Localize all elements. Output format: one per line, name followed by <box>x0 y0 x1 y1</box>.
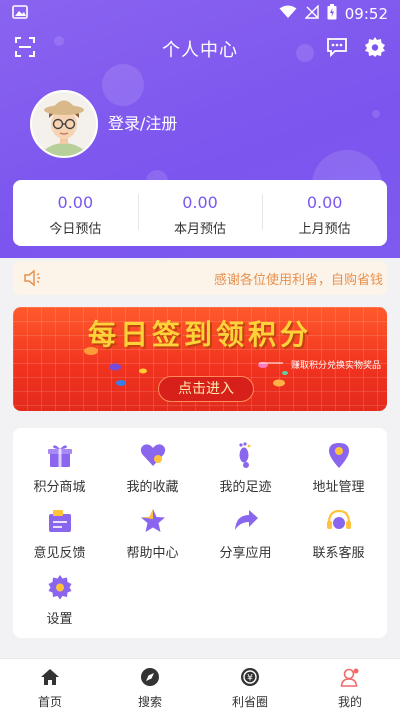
tab-search[interactable]: 搜索 <box>100 659 200 711</box>
top-bar: 个人中心 <box>0 30 400 66</box>
stat-last-month[interactable]: 0.00 上月预估 <box>262 180 387 246</box>
feature-menu: 积分商城 我的收藏 我的足迹 地址管理 意见反馈 帮助中心 分享应用 联系客服 … <box>13 428 387 638</box>
tab-lisheng-circle[interactable]: ¥ 利省圈 <box>200 659 300 711</box>
menu-item-label: 联系客服 <box>312 546 365 561</box>
menu-item-help[interactable]: 帮助中心 <box>106 494 199 561</box>
menu-item-address[interactable]: 地址管理 <box>292 428 385 495</box>
notice-text: 感谢各位使用利省，自购省钱 <box>213 272 383 288</box>
tab-mine[interactable]: 我的 <box>300 659 400 711</box>
menu-item-share[interactable]: 分享应用 <box>199 494 292 561</box>
menu-item-label: 帮助中心 <box>126 546 179 561</box>
menu-item-label: 分享应用 <box>219 546 272 561</box>
tab-label: 我的 <box>337 695 362 709</box>
menu-item-label: 积分商城 <box>33 480 86 495</box>
stat-label: 上月预估 <box>298 222 351 237</box>
menu-item-points-mall[interactable]: 积分商城 <box>13 428 106 495</box>
stat-value: 0.00 <box>57 193 94 212</box>
notice-bar[interactable]: 感谢各位使用利省，自购省钱 <box>13 261 387 295</box>
menu-item-label: 意见反馈 <box>33 546 86 561</box>
settings-icon <box>13 572 106 602</box>
menu-item-favorites[interactable]: 我的收藏 <box>106 428 199 495</box>
banner-subtitle: 赚取积分兑换实物奖品 <box>290 361 381 371</box>
battery-icon <box>327 4 337 24</box>
compass-icon <box>100 667 200 687</box>
menu-item-label: 地址管理 <box>312 480 365 495</box>
headset-icon <box>292 506 385 536</box>
menu-item-footprints[interactable]: 我的足迹 <box>199 428 292 495</box>
stat-this-month[interactable]: 0.00 本月预估 <box>137 180 263 246</box>
coin-icon: ¥ <box>200 667 300 687</box>
banner-headline: 每日签到领积分 <box>87 318 312 351</box>
login-register-link[interactable]: 登录/注册 <box>108 110 177 134</box>
gear-icon[interactable] <box>364 36 386 62</box>
svg-text:¥: ¥ <box>247 674 253 684</box>
menu-item-customer-service[interactable]: 联系客服 <box>292 494 385 561</box>
wifi-icon <box>279 5 297 23</box>
stat-value: 0.00 <box>306 193 343 212</box>
menu-item-label: 我的收藏 <box>126 480 179 495</box>
menu-item-settings[interactable]: 设置 <box>13 560 106 627</box>
gallery-notification-icon <box>12 5 28 23</box>
stat-value: 0.00 <box>182 193 218 212</box>
menu-item-label: 我的足迹 <box>219 480 272 495</box>
bottom-tab-bar: 首页 搜索 ¥ 利省圈 我的 <box>0 658 400 711</box>
stat-label: 今日预估 <box>49 222 102 237</box>
tab-label: 首页 <box>37 695 62 709</box>
feedback-icon <box>13 506 106 536</box>
tab-label: 利省圈 <box>231 695 268 709</box>
speaker-icon <box>13 269 53 287</box>
earnings-stats-card: 0.00 今日预估 0.00 本月预估 0.00 上月预估 <box>13 180 387 246</box>
no-signal-icon <box>304 4 319 23</box>
location-pin-icon <box>292 440 385 470</box>
footprint-icon <box>199 440 292 470</box>
stat-label: 本月预估 <box>174 222 227 237</box>
tab-label: 搜索 <box>137 695 162 709</box>
tab-home[interactable]: 首页 <box>0 659 100 711</box>
avatar[interactable] <box>30 90 98 158</box>
menu-item-feedback[interactable]: 意见反馈 <box>13 494 106 561</box>
star-icon <box>106 506 199 536</box>
home-icon <box>0 667 100 687</box>
menu-item-label: 设置 <box>46 612 73 627</box>
status-bar: 09:52 <box>0 0 400 28</box>
status-time: 09:52 <box>344 5 388 23</box>
message-icon[interactable] <box>326 36 348 62</box>
sign-in-banner[interactable]: 每日签到领积分 赚取积分兑换实物奖品 点击进入 <box>13 307 387 411</box>
share-arrow-icon <box>199 506 292 536</box>
gift-icon <box>13 440 106 470</box>
stat-today[interactable]: 0.00 今日预估 <box>13 180 138 246</box>
enter-button[interactable]: 点击进入 <box>158 376 254 402</box>
heart-icon <box>106 440 199 470</box>
profile-icon <box>300 667 400 687</box>
